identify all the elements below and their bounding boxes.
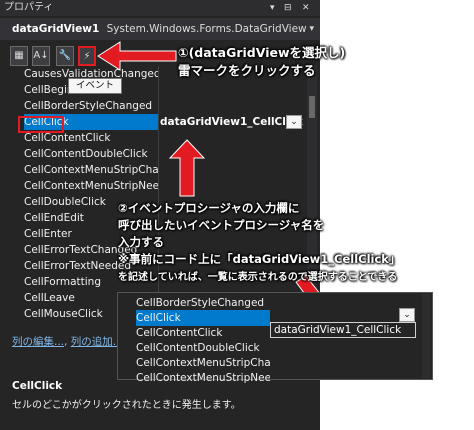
inset-event-name: CellClick (136, 310, 270, 326)
procedure-input[interactable]: dataGridView1_CellClick (270, 322, 416, 338)
step2-line1: ②イベントプロシージャの入力欄に (118, 201, 300, 215)
inset-event-name: CellContentDoubleClick (136, 342, 260, 354)
inset-event-name: CellBorderStyleChanged (136, 297, 265, 309)
inset-event-row: CellContextMenuStripChanged (118, 355, 424, 371)
inset-event-name: CellContextMenuStripNeeded (136, 372, 270, 384)
inset-event-row: CellContentDoubleClick (118, 340, 424, 356)
step2-line3: 入力する (118, 235, 164, 249)
step1-line1: ①(dataGridViewを選択し) (178, 45, 346, 60)
step2-line5: を記述していれば、一覧に表示されるので選択することできる (118, 272, 398, 283)
inset-event-row: CellContextMenuStripNeeded (118, 370, 424, 386)
inset-event-name: CellContentClick (136, 327, 223, 339)
procedure-option[interactable]: dataGridView1_CellClick (274, 323, 401, 337)
inset-dropdown-button[interactable]: ⌄ (399, 308, 415, 322)
step2-line4: ※事前にコード上に「dataGridView1_CellClick」 (118, 252, 401, 266)
inset-event-name: CellContextMenuStripChanged (136, 357, 270, 369)
step1-line2: 雷マークをクリックする (178, 63, 316, 78)
inset-event-row: CellBorderStyleChanged (118, 295, 424, 311)
step2-line2: 呼び出したいイベントプロシージャ名を (118, 218, 325, 232)
arrow-to-events-button (97, 41, 177, 71)
arrow-to-cellclick-value (168, 139, 206, 197)
inset-scrollbar (422, 294, 430, 378)
